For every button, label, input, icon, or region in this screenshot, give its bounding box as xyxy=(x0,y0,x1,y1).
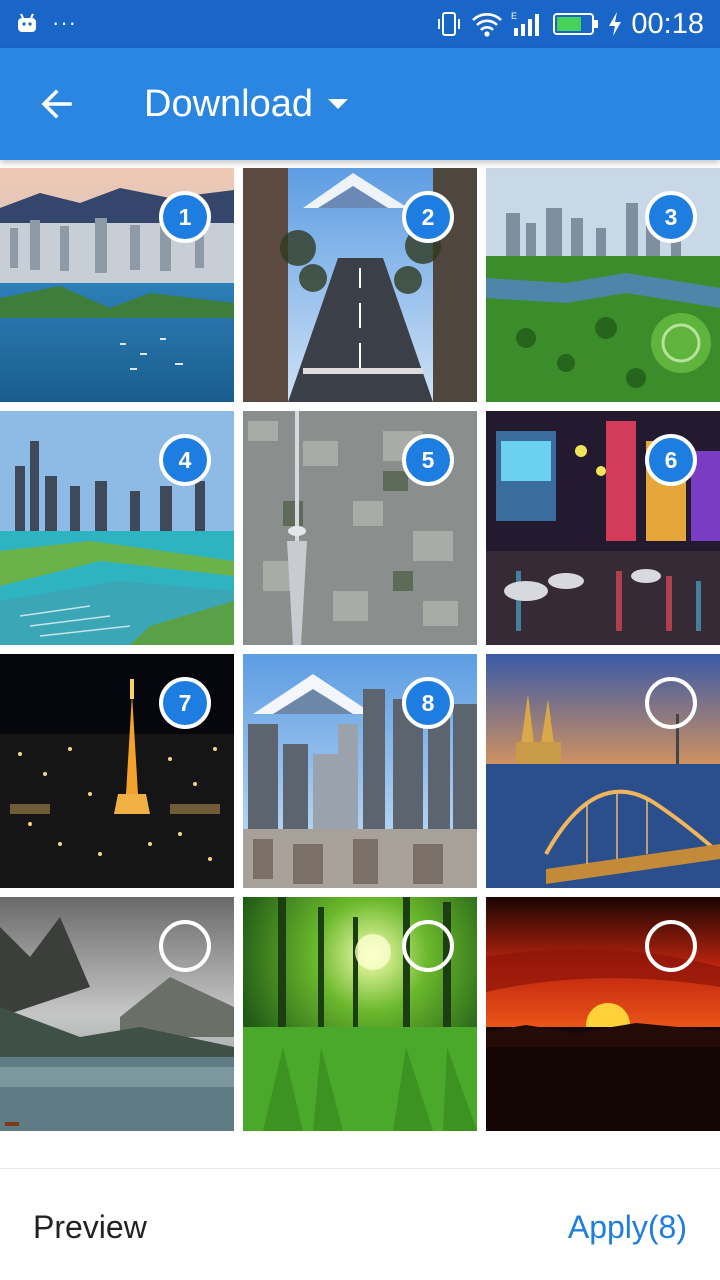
selection-number-badge[interactable]: 4 xyxy=(159,434,211,486)
selection-circle[interactable] xyxy=(402,920,454,972)
photo-thumbnail[interactable]: 8 xyxy=(243,654,477,888)
preview-button[interactable]: Preview xyxy=(33,1209,147,1246)
clock: 00:18 xyxy=(631,8,704,40)
photo-thumbnail[interactable]: 7 xyxy=(0,654,234,888)
apply-button[interactable]: Apply(8) xyxy=(568,1209,687,1246)
back-button[interactable] xyxy=(28,80,84,128)
charging-icon xyxy=(609,12,622,36)
photo-thumbnail[interactable] xyxy=(486,897,720,1131)
selection-number-badge[interactable]: 5 xyxy=(402,434,454,486)
photo-thumbnail[interactable] xyxy=(486,654,720,888)
battery-icon xyxy=(553,13,599,35)
selection-number-badge[interactable]: 3 xyxy=(645,191,697,243)
photo-thumbnail[interactable] xyxy=(243,897,477,1131)
svg-text:E: E xyxy=(511,11,517,21)
selection-number-badge[interactable]: 6 xyxy=(645,434,697,486)
photo-thumbnail[interactable]: 3 xyxy=(486,168,720,402)
more-notifications: ··· xyxy=(52,10,77,35)
photo-thumbnail[interactable]: 5 xyxy=(243,411,477,645)
photo-thumbnail[interactable]: 1 xyxy=(0,168,234,402)
wifi-icon xyxy=(472,13,503,37)
dropdown-arrow-icon xyxy=(328,99,348,109)
selection-number-badge[interactable]: 8 xyxy=(402,677,454,729)
android-icon xyxy=(18,13,36,32)
photo-thumbnail[interactable] xyxy=(0,897,234,1131)
selection-circle[interactable] xyxy=(645,677,697,729)
photo-thumbnail[interactable]: 4 xyxy=(0,411,234,645)
photo-thumbnail[interactable]: 2 xyxy=(243,168,477,402)
selection-circle[interactable] xyxy=(645,920,697,972)
selection-circle[interactable] xyxy=(159,920,211,972)
folder-dropdown[interactable]: Download xyxy=(144,78,349,130)
vibrate-icon xyxy=(438,12,461,36)
selection-number-badge[interactable]: 2 xyxy=(402,191,454,243)
arrow-back-icon xyxy=(41,89,72,119)
status-bar: ··· E 00:18 xyxy=(0,0,720,48)
page-title: Download xyxy=(144,83,313,125)
selection-number-badge[interactable]: 1 xyxy=(159,191,211,243)
app-bar: Download xyxy=(0,48,720,160)
photo-thumbnail[interactable]: 6 xyxy=(486,411,720,645)
bottom-bar: Preview Apply(8) xyxy=(0,1168,720,1280)
signal-icon: E xyxy=(511,11,540,36)
selection-number-badge[interactable]: 7 xyxy=(159,677,211,729)
